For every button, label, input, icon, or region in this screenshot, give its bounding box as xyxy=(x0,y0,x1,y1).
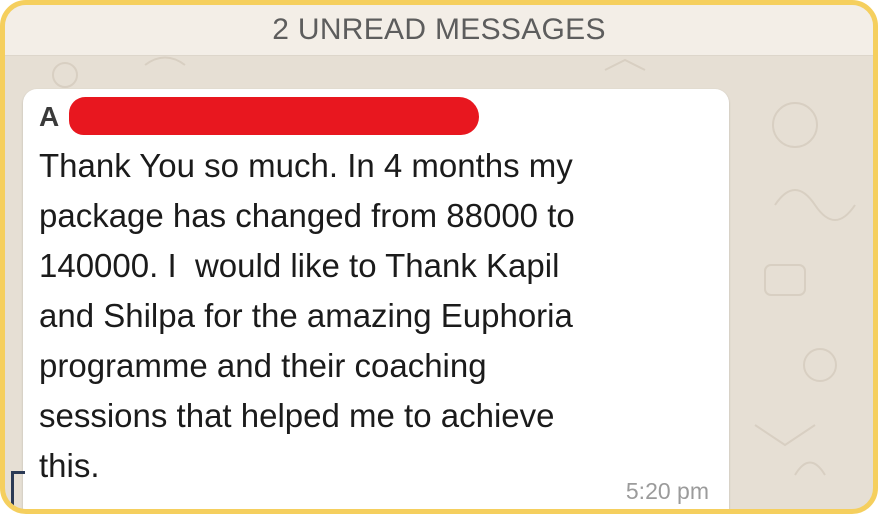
redaction-mark xyxy=(69,97,479,135)
sender-name[interactable]: A xyxy=(39,101,59,133)
message-bubble[interactable]: A Thank You so much. In 4 months my pack… xyxy=(23,89,729,509)
unread-messages-label: 2 UNREAD MESSAGES xyxy=(272,13,606,46)
crop-corner-mark xyxy=(11,471,25,509)
screenshot-frame: 2 UNREAD MESSAGES A Thank You so much. I… xyxy=(0,0,878,514)
message-text: Thank You so much. In 4 months my packag… xyxy=(39,147,575,484)
unread-messages-banner: 2 UNREAD MESSAGES xyxy=(5,5,873,56)
message-timestamp: 5:20 pm xyxy=(625,478,709,504)
sender-row: A xyxy=(39,97,479,139)
